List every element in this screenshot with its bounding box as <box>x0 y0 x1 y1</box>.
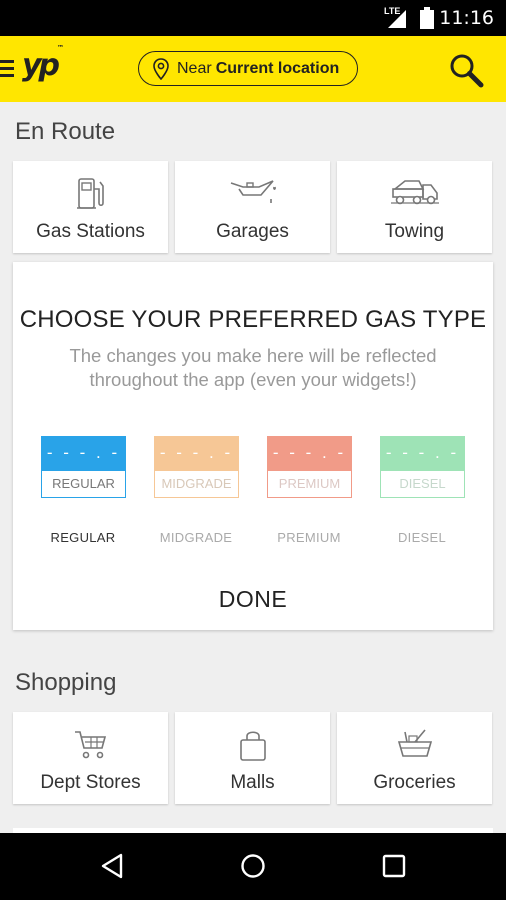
gas-type-dialog: CHOOSE YOUR PREFERRED GAS TYPE The chang… <box>13 262 493 630</box>
gas-option-midgrade[interactable]: - - - . - MIDGRADE <box>154 436 239 499</box>
gas-option-premium[interactable]: - - - . - PREMIUM <box>267 436 352 499</box>
shopping-cart-icon <box>74 731 106 759</box>
gas-label-diesel[interactable]: DIESEL <box>367 530 477 545</box>
gas-name: DIESEL <box>380 471 465 498</box>
gas-label-midgrade[interactable]: MIDGRADE <box>141 530 251 545</box>
grocery-basket-icon <box>397 729 432 757</box>
en-route-title: En Route <box>15 118 116 145</box>
location-pin-icon <box>153 57 169 80</box>
gas-name: REGULAR <box>41 471 126 498</box>
menu-icon[interactable] <box>0 60 14 78</box>
tile-gas-stations[interactable]: Gas Stations <box>13 161 168 253</box>
logo-trademark: ™ <box>57 44 65 52</box>
tile-label: Towing <box>384 221 445 242</box>
tow-truck-icon <box>390 180 439 205</box>
tile-label: Gas Stations <box>36 221 145 242</box>
system-nav-bar <box>0 833 506 900</box>
gas-option-regular[interactable]: - - - . - REGULAR <box>41 436 126 499</box>
gas-price: - - - . - <box>267 436 352 471</box>
clock: 11:16 <box>439 7 494 29</box>
logo-text: yp <box>22 48 60 83</box>
gas-name: MIDGRADE <box>154 471 239 498</box>
shopping-title: Shopping <box>15 669 117 696</box>
back-icon[interactable] <box>100 853 126 879</box>
recent-apps-icon[interactable] <box>381 853 407 879</box>
shopping-bag-icon <box>239 731 266 761</box>
gas-option-diesel[interactable]: - - - . - DIESEL <box>380 436 465 499</box>
gas-pump-icon <box>76 178 104 209</box>
search-icon[interactable] <box>448 52 484 88</box>
tile-malls[interactable]: Malls <box>175 712 330 804</box>
tile-dept-stores[interactable]: Dept Stores <box>13 712 168 804</box>
gas-price: - - - . - <box>41 436 126 471</box>
gas-name: PREMIUM <box>267 471 352 498</box>
gas-price: - - - . - <box>154 436 239 471</box>
location-selector[interactable]: Near Current location <box>138 51 358 86</box>
location-value: Current location <box>215 59 340 77</box>
gas-price: - - - . - <box>380 436 465 471</box>
yp-logo[interactable]: yp™ <box>22 44 64 83</box>
tile-groceries[interactable]: Groceries <box>337 712 492 804</box>
tile-label: Groceries <box>373 772 456 793</box>
tile-garages[interactable]: Garages <box>175 161 330 253</box>
home-icon[interactable] <box>240 853 266 879</box>
battery-icon <box>420 7 434 29</box>
signal-icon <box>388 10 406 28</box>
dialog-title: CHOOSE YOUR PREFERRED GAS TYPE <box>19 306 487 333</box>
gas-label-premium[interactable]: PREMIUM <box>254 530 364 545</box>
done-button[interactable]: DONE <box>13 586 493 613</box>
gas-label-regular[interactable]: REGULAR <box>28 530 138 545</box>
app-bar: yp™ Near Current location <box>0 36 506 102</box>
dialog-description: The changes you make here will be reflec… <box>69 345 437 390</box>
status-bar: LTE 11:16 <box>0 0 506 36</box>
tile-label: Dept Stores <box>40 772 141 793</box>
location-prefix: Near <box>177 59 212 77</box>
tile-towing[interactable]: Towing <box>337 161 492 253</box>
tile-label: Malls <box>230 772 275 793</box>
tile-label: Garages <box>216 221 289 242</box>
oil-can-icon <box>230 180 276 203</box>
